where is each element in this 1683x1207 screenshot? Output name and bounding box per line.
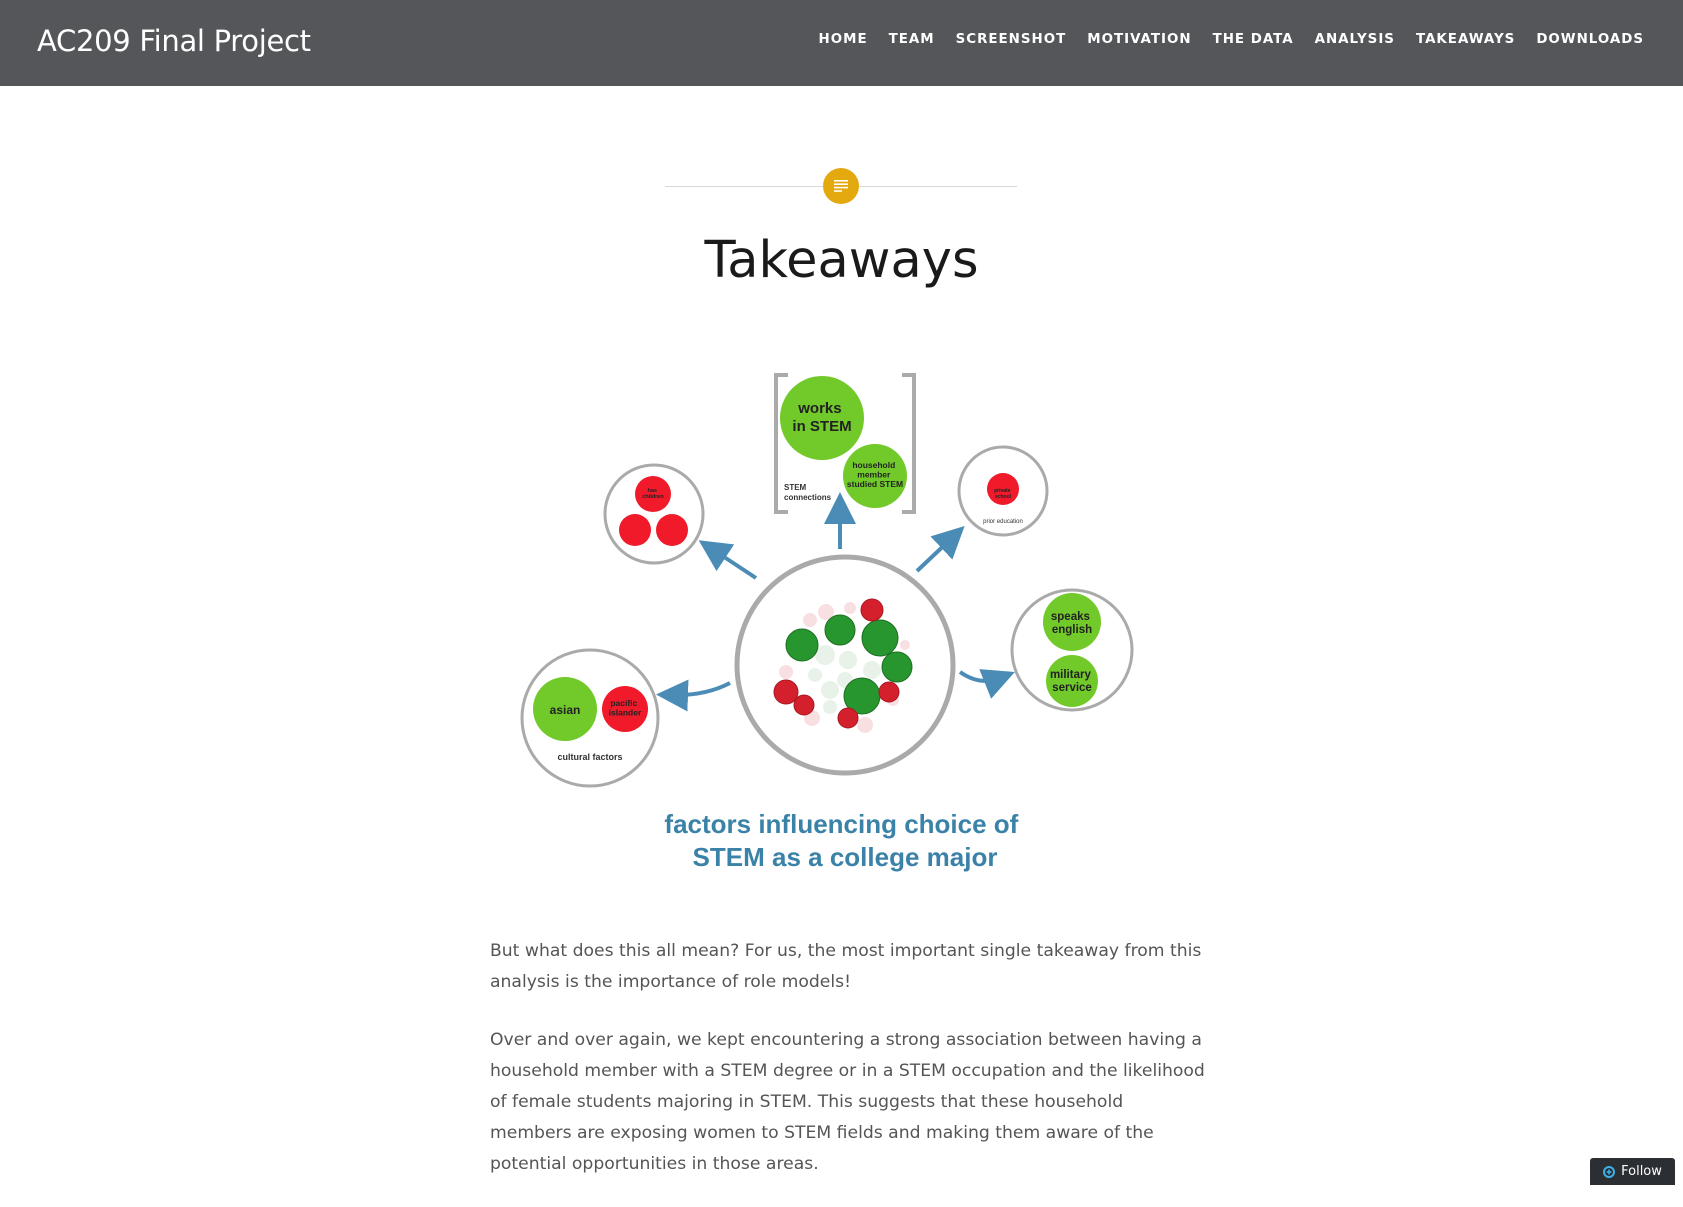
arrows — [656, 492, 1015, 712]
site-title[interactable]: AC209 Final Project — [37, 22, 311, 60]
factors-figure: works in STEM household member studied S… — [520, 373, 1134, 872]
main-nav: HOME TEAM SCREENSHOT MOTIVATION THE DATA… — [819, 0, 1644, 78]
svg-text:works in STEM: works in STEM — [792, 400, 851, 435]
nav-the-data[interactable]: THE DATA — [1213, 32, 1294, 47]
svg-text:private school: private school — [994, 488, 1012, 500]
site-header: AC209 Final Project HOME TEAM SCREENSHOT… — [0, 0, 1683, 86]
nav-downloads[interactable]: DOWNLOADS — [1536, 32, 1644, 47]
paragraph-1: But what does this all mean? For us, the… — [490, 941, 1202, 992]
page-title: Takeaways — [704, 231, 979, 290]
svg-text:military service: military service — [1050, 669, 1094, 694]
nav-takeaways[interactable]: TAKEAWAYS — [1416, 32, 1515, 47]
figure-caption-line2: STEM as a college major — [693, 842, 998, 872]
svg-text:STEM connections: STEM connections — [784, 483, 832, 502]
language-service-group: speaks english military service — [1010, 588, 1134, 712]
nav-screenshot[interactable]: SCREENSHOT — [956, 32, 1067, 47]
follow-button[interactable]: Follow — [1590, 1158, 1675, 1185]
svg-text:prior education: prior education — [983, 519, 1023, 525]
svg-text:cultural factors: cultural factors — [557, 752, 622, 762]
central-cluster — [734, 554, 956, 776]
family-group: has children — [603, 463, 705, 565]
text-lines-icon — [823, 168, 859, 204]
figure-caption: factors influencing choice of STEM as a … — [664, 809, 1025, 872]
follow-label: Follow — [1621, 1164, 1662, 1179]
nav-analysis[interactable]: ANALYSIS — [1315, 32, 1395, 47]
svg-text:has children: has children — [642, 488, 664, 500]
stem-connections-group: works in STEM household member studied S… — [774, 373, 916, 514]
figure-caption-line1: factors influencing choice of — [664, 809, 1018, 839]
cultural-factors-group: asian pacific islander cultural factors — [520, 648, 660, 788]
follow-plus-icon — [1603, 1165, 1616, 1178]
paragraph-2: Over and over again, we kept encounterin… — [490, 1030, 1205, 1174]
entry-content: But what does this all mean? For us, the… — [490, 936, 1210, 1207]
svg-text:asian: asian — [550, 703, 581, 717]
svg-text:pacific islander: pacific islander — [609, 698, 642, 718]
nav-team[interactable]: TEAM — [889, 32, 935, 47]
prior-education-group: private school prior education — [957, 445, 1049, 537]
nav-motivation[interactable]: MOTIVATION — [1087, 32, 1191, 47]
svg-text:household member s: household member studied STEM — [847, 460, 903, 489]
nav-home[interactable]: HOME — [819, 32, 868, 47]
svg-text:speaks english: speaks english — [1051, 611, 1093, 636]
